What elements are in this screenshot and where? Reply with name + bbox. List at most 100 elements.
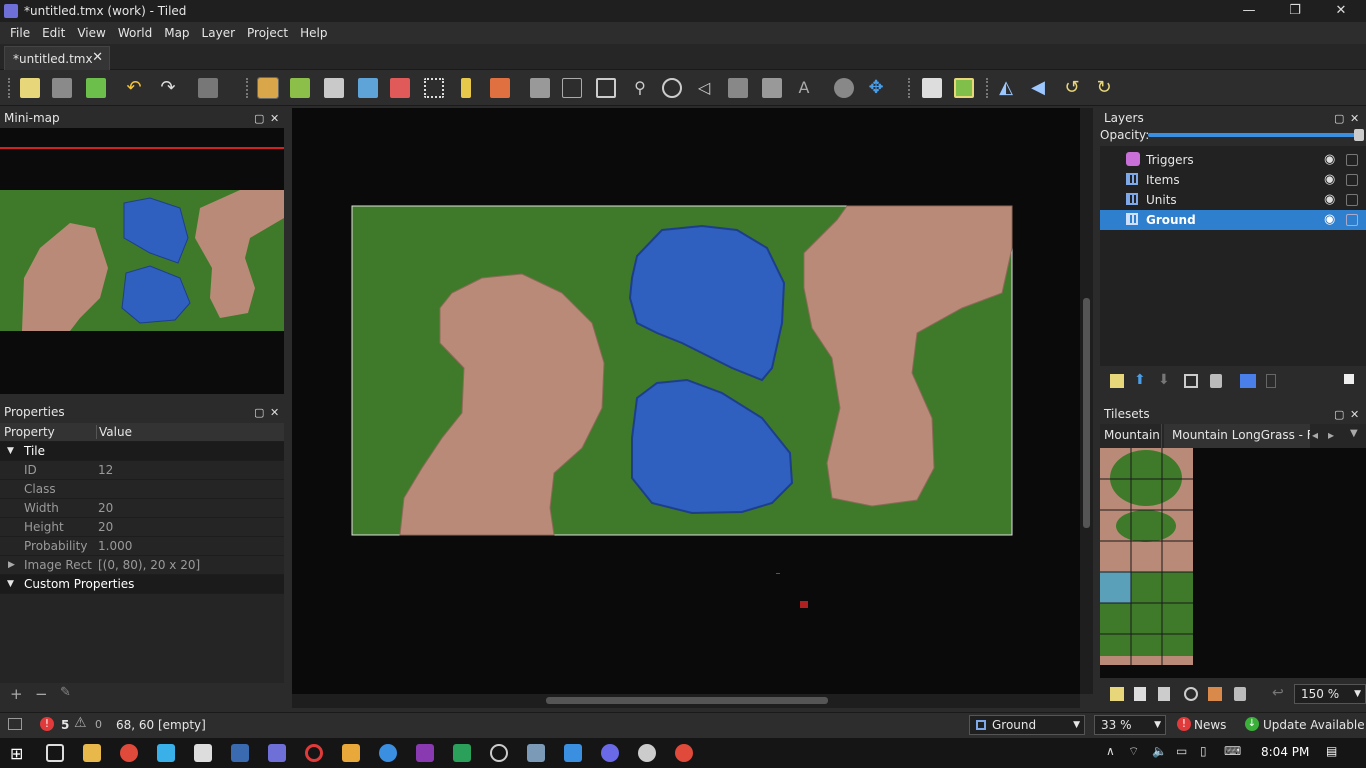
- minimap-view[interactable]: [0, 128, 284, 394]
- raise-layer-icon[interactable]: ⬆: [1134, 372, 1146, 388]
- update-available-link[interactable]: Update Available: [1263, 718, 1365, 732]
- tileset-tab-longgrass[interactable]: Mountain LongGrass - Flat: [1164, 424, 1310, 448]
- edit-polygons-icon[interactable]: [562, 78, 582, 98]
- float-panel-icon[interactable]: ▢: [1334, 408, 1344, 421]
- property-row[interactable]: Probability 1.000: [0, 537, 284, 556]
- opacity-slider[interactable]: [1148, 133, 1358, 137]
- menu-edit[interactable]: Edit: [36, 26, 71, 40]
- news-link[interactable]: News: [1194, 718, 1226, 732]
- tab-scroll-right-icon[interactable]: ▸: [1328, 428, 1334, 442]
- horizontal-scroll-thumb[interactable]: [546, 697, 828, 704]
- rotate-left-icon[interactable]: ↺: [1062, 78, 1082, 98]
- bucket-fill-icon[interactable]: [324, 78, 344, 98]
- lock-other-layers-icon[interactable]: [1266, 374, 1276, 388]
- close-tab-icon[interactable]: ✕: [92, 50, 103, 65]
- app-icon[interactable]: [638, 744, 656, 762]
- windows-start-icon[interactable]: ⊞: [10, 744, 28, 763]
- new-tileset-icon[interactable]: [1110, 687, 1124, 701]
- menu-layer[interactable]: Layer: [196, 26, 241, 40]
- visibility-eye-icon[interactable]: ◉: [1324, 153, 1338, 167]
- layer-row-triggers[interactable]: Triggers ◉: [1100, 150, 1366, 170]
- notifications-icon[interactable]: ▤: [1326, 744, 1337, 758]
- tileset-tab-mountain[interactable]: Mountain: [1100, 424, 1162, 448]
- lock-icon[interactable]: [1346, 214, 1358, 226]
- eraser-icon[interactable]: [390, 78, 410, 98]
- layer-select[interactable]: Ground ▼: [969, 715, 1085, 735]
- new-map-icon[interactable]: [20, 78, 40, 98]
- toggle-other-layers-icon[interactable]: [1240, 374, 1256, 388]
- battery-icon[interactable]: ▭: [1176, 744, 1187, 758]
- menu-file[interactable]: File: [4, 26, 36, 40]
- property-row[interactable]: ID 12: [0, 461, 284, 480]
- insert-ellipse-icon[interactable]: [662, 78, 682, 98]
- insert-text-icon[interactable]: A: [794, 78, 814, 98]
- insert-point-icon[interactable]: ⚲: [630, 78, 650, 98]
- toolbar-grip[interactable]: [8, 78, 12, 98]
- toolbar-grip[interactable]: [908, 78, 912, 98]
- remove-tileset-icon[interactable]: [1234, 687, 1246, 701]
- minimize-button[interactable]: —: [1226, 0, 1272, 22]
- close-window-button[interactable]: ✕: [1318, 0, 1364, 22]
- redo-icon[interactable]: ↷: [158, 78, 178, 98]
- lock-icon[interactable]: [1346, 194, 1358, 206]
- rename-property-button[interactable]: ✎: [60, 685, 71, 700]
- layer-row-items[interactable]: Items ◉: [1100, 170, 1366, 190]
- expand-arrow-icon[interactable]: ▶: [8, 560, 15, 570]
- file-explorer-icon[interactable]: [83, 744, 101, 762]
- flip-vertical-icon[interactable]: ◀: [1028, 78, 1048, 98]
- group-row-custom-properties[interactable]: ▼ Custom Properties: [0, 575, 284, 594]
- remove-property-button[interactable]: −: [35, 685, 48, 703]
- group-row-tile[interactable]: ▼ Tile: [0, 442, 284, 461]
- lock-icon[interactable]: [1346, 154, 1358, 166]
- add-property-button[interactable]: +: [10, 685, 23, 703]
- lower-layer-icon[interactable]: ⬇: [1158, 372, 1170, 388]
- move-tool-icon[interactable]: ✥: [866, 78, 886, 98]
- close-panel-icon[interactable]: ✕: [1350, 408, 1359, 421]
- wang-fill-mode-icon[interactable]: [954, 78, 974, 98]
- app-icon[interactable]: [527, 744, 545, 762]
- close-panel-icon[interactable]: ✕: [1350, 112, 1359, 125]
- tabs-menu-chevron-down-icon[interactable]: ▼: [1350, 428, 1358, 439]
- rect-select-icon[interactable]: [424, 78, 444, 98]
- float-panel-icon[interactable]: ▢: [254, 112, 264, 125]
- property-row[interactable]: ▶ Image Rect [(0, 80), 20 x 20]: [0, 556, 284, 575]
- news-alert-icon[interactable]: !: [1177, 717, 1191, 731]
- float-panel-icon[interactable]: ▢: [254, 406, 264, 419]
- flip-horizontal-icon[interactable]: ◭: [996, 78, 1016, 98]
- layer-menu-icon[interactable]: [1344, 374, 1354, 384]
- task-view-icon[interactable]: [46, 744, 64, 762]
- opacity-slider-handle[interactable]: [1354, 129, 1364, 141]
- select-same-tile-icon[interactable]: [490, 78, 510, 98]
- document-tab[interactable]: *untitled.tmx ✕: [4, 46, 110, 70]
- app-icon[interactable]: [453, 744, 471, 762]
- random-mode-icon[interactable]: [922, 78, 942, 98]
- usb-icon[interactable]: ▯: [1200, 744, 1207, 758]
- insert-tile-icon[interactable]: [728, 78, 748, 98]
- warning-icon[interactable]: ⚠: [74, 715, 87, 731]
- menu-world[interactable]: World: [112, 26, 158, 40]
- visibility-eye-icon[interactable]: ◉: [1324, 173, 1338, 187]
- tray-chevron-up-icon[interactable]: ∧: [1106, 744, 1115, 758]
- close-panel-icon[interactable]: ✕: [270, 406, 279, 419]
- close-panel-icon[interactable]: ✕: [270, 112, 279, 125]
- vertical-scrollbar[interactable]: [1080, 108, 1093, 694]
- steam-icon[interactable]: [231, 744, 249, 762]
- layer-row-ground[interactable]: Ground ◉: [1100, 210, 1366, 230]
- open-file-icon[interactable]: [52, 78, 72, 98]
- save-icon[interactable]: [86, 78, 106, 98]
- commands-icon[interactable]: [198, 78, 218, 98]
- menu-help[interactable]: Help: [294, 26, 333, 40]
- duplicate-layer-icon[interactable]: [1184, 374, 1198, 388]
- zoom-select[interactable]: 33 % ▼: [1094, 715, 1166, 735]
- vscode-icon[interactable]: [564, 744, 582, 762]
- tileset-properties-icon[interactable]: [1184, 687, 1198, 701]
- magic-wand-icon[interactable]: [461, 78, 471, 98]
- menu-view[interactable]: View: [71, 26, 111, 40]
- dynamic-wrapping-icon[interactable]: ↩: [1272, 685, 1284, 701]
- select-objects-icon[interactable]: [530, 78, 550, 98]
- property-value[interactable]: 1.000: [98, 539, 132, 553]
- chrome-icon[interactable]: [675, 744, 693, 762]
- float-panel-icon[interactable]: ▢: [1334, 112, 1344, 125]
- update-icon[interactable]: ↓: [1245, 717, 1259, 731]
- menu-map[interactable]: Map: [158, 26, 195, 40]
